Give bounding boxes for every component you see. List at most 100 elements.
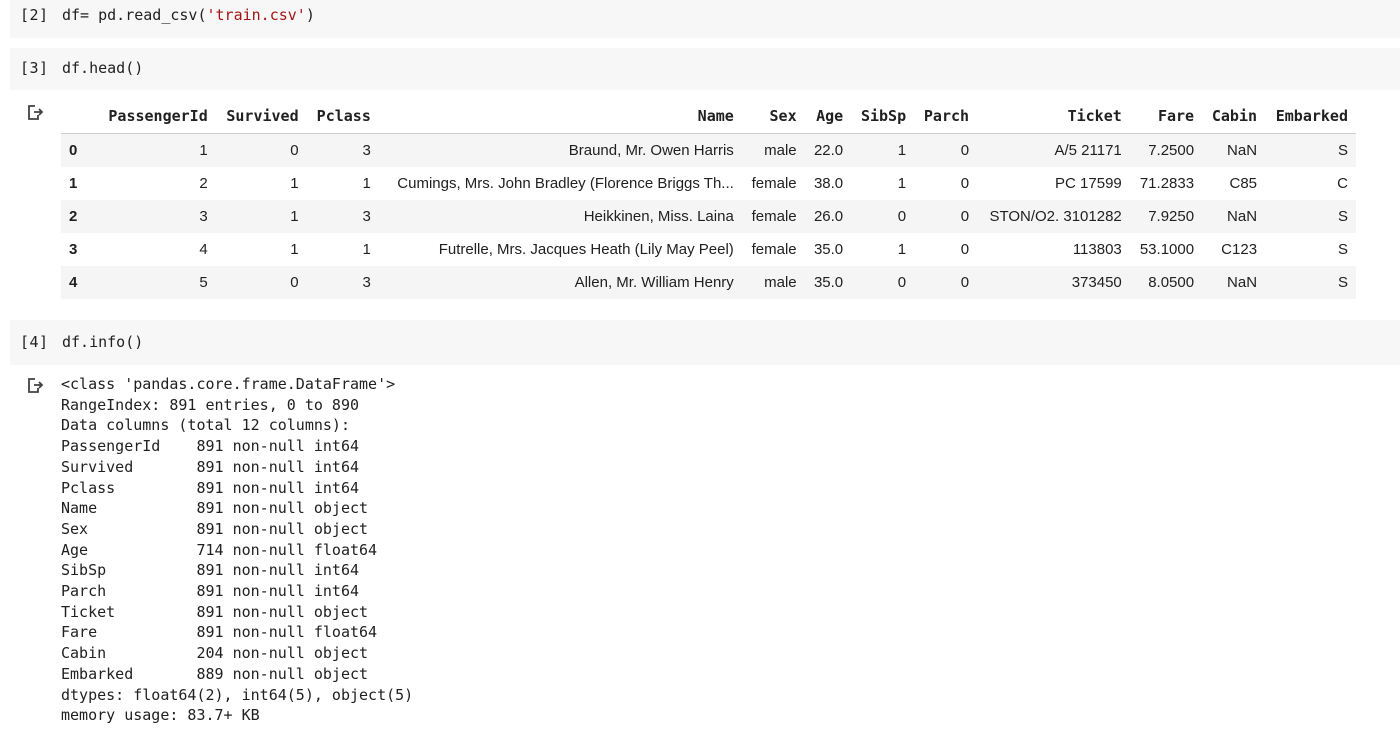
column-header: Age	[804, 99, 852, 134]
table-cell: 7.9250	[1148, 208, 1195, 225]
info-output: <class 'pandas.core.frame.DataFrame'> Ran…	[61, 374, 413, 726]
row-index: 3	[69, 241, 78, 258]
row-index: 2	[69, 208, 78, 225]
column-header: Fare	[1129, 99, 1203, 134]
info-line: dtypes: float64(2), int64(5), object(5)	[61, 685, 414, 704]
info-line: <class 'pandas.core.frame.DataFrame'>	[61, 375, 396, 393]
table-cell: S	[1337, 274, 1348, 291]
info-line: Parch 891 non-null int64	[61, 582, 360, 601]
cell-prompt-4: [4]	[20, 333, 49, 351]
cell-code-3[interactable]: df.head()	[62, 59, 143, 77]
table-cell: 35.0	[813, 274, 844, 291]
table-cell: female	[751, 208, 797, 225]
table-cell: Braund, Mr. Owen Harris	[568, 142, 734, 159]
row-index: 1	[69, 175, 78, 192]
table-cell: 0	[960, 241, 970, 258]
info-line: Age 714 non-null float64	[61, 540, 378, 559]
column-header: Survived	[215, 99, 307, 134]
table-cell: 1	[290, 175, 299, 192]
table-header-row: PassengerId Survived Pclass Name Sex Age…	[61, 99, 1356, 134]
table-cell: 1	[290, 241, 299, 258]
table-cell: Allen, Mr. William Henry	[574, 274, 734, 291]
table-cell: 26.0	[813, 208, 844, 225]
column-header: SibSp	[851, 99, 915, 134]
table-cell: 22.0	[813, 142, 844, 159]
table-cell: 1	[362, 241, 371, 258]
table-row: 0 1 0 3 Braund, Mr. Owen Harris male 22.…	[61, 133, 1356, 167]
info-line: Survived 891 non-null int64	[61, 457, 360, 476]
table-cell: S	[1337, 208, 1348, 225]
table-cell: 7.2500	[1148, 142, 1195, 159]
table-cell: 38.0	[813, 175, 844, 192]
column-header: Sex	[741, 99, 805, 134]
table-cell: Heikkinen, Miss. Laina	[583, 208, 734, 225]
output-arrow-icon[interactable]	[26, 104, 44, 122]
table-cell: 0	[290, 142, 299, 159]
column-header: Parch	[914, 99, 978, 134]
code-text: df= pd.read_csv(	[62, 6, 207, 24]
table-row: 4 5 0 3 Allen, Mr. William Henry male 35…	[61, 266, 1356, 299]
table-cell: NaN	[1227, 274, 1258, 291]
info-line: Sex 891 non-null object	[61, 519, 369, 538]
dataframe-table: PassengerId Survived Pclass Name Sex Age…	[61, 99, 1356, 299]
info-line: Cabin 204 non-null object	[61, 644, 369, 663]
info-line: Pclass 891 non-null int64	[61, 478, 360, 497]
table-cell: S	[1337, 142, 1348, 159]
table-cell: male	[764, 142, 797, 159]
table-cell: female	[751, 241, 797, 258]
table-cell: NaN	[1227, 208, 1258, 225]
cell-prompt-3: [3]	[20, 59, 49, 77]
table-cell: 0	[897, 274, 907, 291]
row-index: 4	[69, 274, 78, 291]
table-cell: S	[1337, 241, 1348, 258]
table-cell: 0	[960, 142, 970, 159]
table-cell: C	[1337, 175, 1348, 192]
table-cell: 1	[290, 208, 299, 225]
table-cell: 113803	[1072, 241, 1122, 258]
table-cell: 0	[960, 208, 970, 225]
table-cell: female	[751, 175, 797, 192]
table-cell: 4	[199, 241, 208, 258]
cell-code-4[interactable]: df.info()	[62, 333, 143, 351]
info-line: Ticket 891 non-null object	[61, 602, 369, 621]
table-cell: 3	[362, 274, 371, 291]
table-cell: PC 17599	[1055, 175, 1122, 192]
table-cell: Cumings, Mrs. John Bradley (Florence Bri…	[397, 175, 734, 192]
info-line: Fare 891 non-null float64	[61, 623, 378, 642]
table-row: 3 4 1 1 Futrelle, Mrs. Jacques Heath (Li…	[61, 233, 1356, 266]
table-cell: 2	[199, 175, 208, 192]
table-cell: 0	[290, 274, 299, 291]
code-cell-3[interactable]: [3] df.head()	[10, 48, 1400, 90]
table-cell: 1	[199, 142, 208, 159]
table-cell: 5	[199, 274, 208, 291]
table-cell: 0	[960, 175, 970, 192]
table-cell: 1	[897, 142, 907, 159]
table-cell: 3	[199, 208, 208, 225]
cell-code-2[interactable]: df= pd.read_csv('train.csv')	[62, 6, 315, 24]
column-header: Embarked	[1265, 99, 1356, 134]
column-header: PassengerId	[97, 99, 216, 134]
info-line: Name 891 non-null object	[61, 499, 369, 518]
column-header: Pclass	[306, 99, 379, 134]
table-cell: 0	[897, 208, 907, 225]
table-cell: NaN	[1227, 142, 1258, 159]
table-cell: 1	[897, 241, 907, 258]
row-index: 0	[69, 142, 78, 159]
info-line: Embarked 889 non-null object	[61, 664, 369, 683]
info-line: memory usage: 83.7+ KB	[61, 706, 260, 725]
info-line: PassengerId 891 non-null int64	[61, 437, 360, 456]
output-arrow-icon[interactable]	[26, 377, 44, 395]
column-header	[61, 99, 97, 134]
info-line: Data columns (total 12 columns):	[61, 416, 350, 435]
table-row: 2 3 1 3 Heikkinen, Miss. Laina female 26…	[61, 200, 1356, 233]
code-cell-4[interactable]: [4] df.info()	[10, 320, 1400, 365]
code-cell-2[interactable]: [2] df= pd.read_csv('train.csv')	[10, 0, 1400, 38]
info-line: SibSp 891 non-null int64	[61, 561, 360, 580]
table-cell: A/5 21171	[1054, 142, 1122, 159]
table-cell: 53.1000	[1139, 241, 1195, 258]
table-cell: STON/O2. 3101282	[989, 208, 1122, 225]
table-cell: C85	[1229, 175, 1258, 192]
table-cell: 1	[362, 175, 371, 192]
table-cell: 35.0	[813, 241, 844, 258]
code-string: 'train.csv'	[206, 6, 306, 24]
